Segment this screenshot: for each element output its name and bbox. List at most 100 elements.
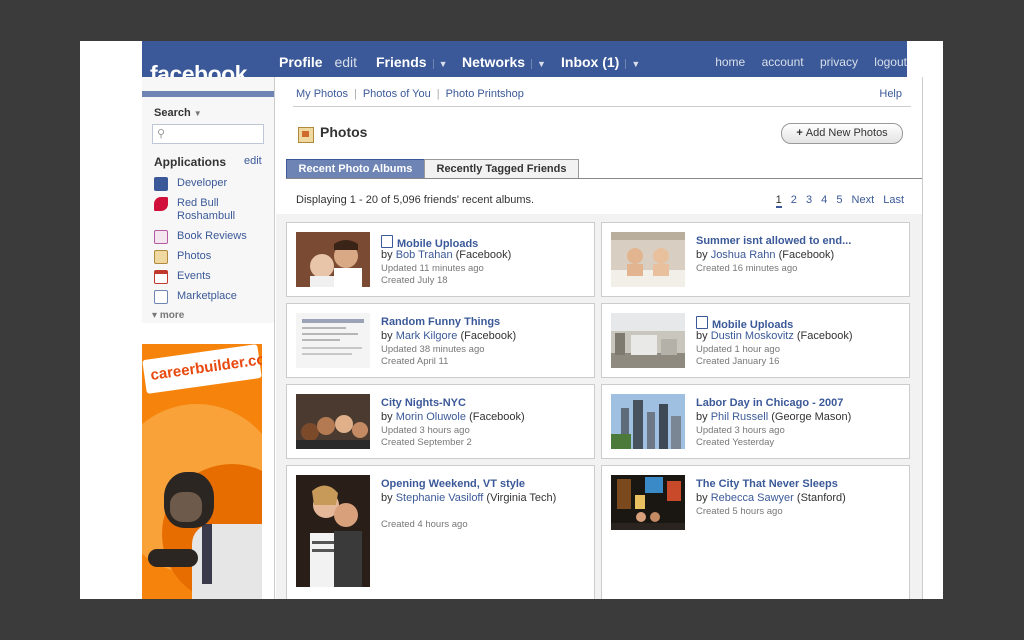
album-title[interactable]: Mobile Uploads: [381, 235, 478, 250]
album-thumbnail[interactable]: [611, 313, 685, 368]
browser-page: facebook Profile edit Friends ▼ Networks ▼…: [80, 41, 943, 599]
album-title[interactable]: Random Funny Things: [381, 316, 500, 328]
inbox-dropdown-icon[interactable]: ▼: [625, 59, 641, 69]
search-dropdown-icon[interactable]: ▼: [194, 109, 202, 118]
networks-dropdown-icon[interactable]: ▼: [531, 59, 546, 69]
sidebar-item-label[interactable]: Book Reviews: [177, 230, 247, 243]
nav-inbox-label[interactable]: Inbox (1): [561, 54, 619, 70]
album-network: (Virginia Tech): [486, 492, 557, 504]
book-icon: [154, 230, 168, 244]
tab-recently-tagged-friends[interactable]: Recently Tagged Friends: [424, 159, 579, 178]
album-network: (Facebook): [469, 411, 525, 423]
red-bull-icon: [154, 197, 168, 211]
album-updated: Updated 3 hours ago: [381, 425, 470, 436]
account-link[interactable]: account: [762, 55, 804, 69]
album-card[interactable]: Labor Day in Chicago - 2007 by Phil Russ…: [601, 384, 910, 459]
album-owner: by Rebecca Sawyer (Stanford): [696, 492, 901, 505]
album-updated: Updated 11 minutes ago: [381, 263, 484, 274]
album-by: by: [696, 411, 708, 423]
add-new-photos-button[interactable]: + Add New Photos: [781, 123, 903, 144]
friends-dropdown-icon[interactable]: ▼: [432, 59, 448, 69]
album-thumbnail[interactable]: [296, 394, 370, 449]
album-title[interactable]: Mobile Uploads: [696, 316, 793, 331]
page-current: 1: [775, 194, 782, 208]
album-author-link[interactable]: Joshua Rahn: [711, 249, 776, 261]
nav-inbox[interactable]: Inbox (1) ▼: [561, 54, 641, 70]
home-link[interactable]: home: [715, 55, 745, 69]
page-link[interactable]: 4: [821, 194, 827, 206]
ad-chimp-hand: [148, 549, 198, 567]
album-author-link[interactable]: Phil Russell: [711, 411, 768, 423]
last-page-link[interactable]: Last: [883, 194, 904, 206]
album-card[interactable]: City Nights-NYC by Morin Oluwole (Facebo…: [286, 384, 595, 459]
album-card[interactable]: Summer isnt allowed to end... by Joshua …: [601, 222, 910, 297]
album-card[interactable]: Opening Weekend, VT style by Stephanie V…: [286, 465, 595, 599]
album-thumbnail[interactable]: [611, 232, 685, 287]
album-network: (George Mason): [771, 411, 852, 423]
album-card[interactable]: Random Funny Things by Mark Kilgore (Fac…: [286, 303, 595, 378]
next-page-link[interactable]: Next: [852, 194, 875, 206]
subnav-separator: |: [436, 88, 440, 100]
album-author-link[interactable]: Morin Oluwole: [396, 411, 466, 423]
album-created: Created 4 hours ago: [381, 519, 468, 530]
subnav-separator: |: [353, 88, 357, 100]
nav-networks-label[interactable]: Networks: [462, 54, 525, 70]
careerbuilder-ad[interactable]: careerbuilder.com: [142, 344, 262, 599]
album-thumbnail[interactable]: [611, 475, 685, 530]
privacy-link[interactable]: privacy: [820, 55, 858, 69]
page-link[interactable]: 2: [791, 194, 797, 206]
page-link[interactable]: 5: [836, 194, 842, 206]
album-author-link[interactable]: Mark Kilgore: [396, 330, 458, 342]
sidebar-more-label[interactable]: more: [160, 310, 184, 321]
album-by: by: [696, 492, 708, 504]
sidebar-item-label[interactable]: Photos: [177, 250, 211, 263]
logout-link[interactable]: logout: [874, 55, 907, 69]
sidebar-more[interactable]: ▾ more: [152, 310, 184, 321]
album-title[interactable]: The City That Never Sleeps: [696, 478, 838, 490]
album-title[interactable]: City Nights-NYC: [381, 397, 466, 409]
page-title: Photos: [320, 124, 368, 140]
sidebar-item-label[interactable]: Marketplace: [177, 290, 237, 303]
page-link[interactable]: 3: [806, 194, 812, 206]
album-title[interactable]: Opening Weekend, VT style: [381, 478, 525, 490]
album-author-link[interactable]: Stephanie Vasiloff: [396, 492, 484, 504]
nav-profile[interactable]: Profile edit: [279, 54, 357, 70]
album-title[interactable]: Labor Day in Chicago - 2007: [696, 397, 843, 409]
album-updated: Updated 1 hour ago: [696, 344, 780, 355]
sidebar-item-label[interactable]: Red Bull Roshambull: [177, 197, 257, 223]
album-author-link[interactable]: Bob Trahan: [396, 249, 453, 261]
photos-of-you-link[interactable]: Photos of You: [363, 88, 431, 100]
nav-friends[interactable]: Friends ▼: [376, 54, 448, 70]
photos-icon: [298, 127, 314, 143]
tab-recent-photo-albums[interactable]: Recent Photo Albums: [286, 159, 425, 179]
applications-edit-link[interactable]: edit: [244, 155, 262, 167]
album-author-link[interactable]: Dustin Moskovitz: [711, 330, 794, 342]
album-author-link[interactable]: Rebecca Sawyer: [711, 492, 794, 504]
album-by: by: [381, 492, 393, 504]
nav-profile-edit[interactable]: edit: [334, 54, 357, 70]
album-card[interactable]: Mobile Uploads by Dustin Moskovitz (Face…: [601, 303, 910, 378]
album-card[interactable]: Mobile Uploads by Bob Trahan (Facebook) …: [286, 222, 595, 297]
nav-friends-label[interactable]: Friends: [376, 54, 427, 70]
sidebar-item-label[interactable]: Events: [177, 270, 211, 283]
photo-printshop-link[interactable]: Photo Printshop: [446, 88, 524, 100]
album-card[interactable]: The City That Never Sleeps by Rebecca Sa…: [601, 465, 910, 599]
search-input[interactable]: ⚲: [152, 124, 264, 144]
photos-subnav: My Photos | Photos of You | Photo Printshop: [296, 88, 524, 100]
ad-tie: [202, 524, 212, 584]
sidebar-search-label[interactable]: Search ▼: [154, 107, 202, 119]
album-title[interactable]: Summer isnt allowed to end...: [696, 235, 851, 247]
applications-heading: Applications: [154, 155, 227, 169]
search-label-text: Search: [154, 107, 191, 119]
nav-profile-label[interactable]: Profile: [279, 54, 323, 70]
album-thumbnail[interactable]: [296, 313, 370, 368]
nav-networks[interactable]: Networks ▼: [462, 54, 546, 70]
sidebar-accent-line: [142, 91, 274, 97]
album-thumbnail[interactable]: [296, 475, 370, 587]
sidebar-item-label[interactable]: Developer: [177, 177, 227, 190]
album-created: Created Yesterday: [696, 437, 775, 448]
my-photos-link[interactable]: My Photos: [296, 88, 348, 100]
album-thumbnail[interactable]: [296, 232, 370, 287]
album-thumbnail[interactable]: [611, 394, 685, 449]
help-link[interactable]: Help: [879, 88, 902, 100]
